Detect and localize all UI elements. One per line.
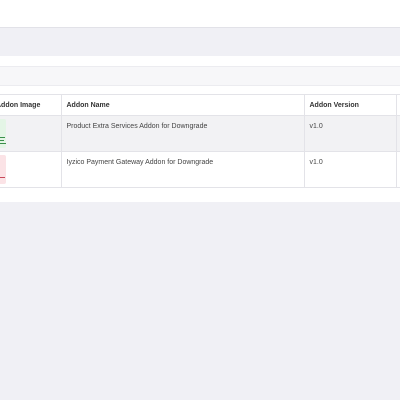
extra-cell [396, 115, 400, 152]
table-header-row: Addon Image Addon Name Addon Version [0, 94, 400, 116]
addon-version-cell: v1.0 [304, 151, 397, 188]
column-header-addon-version: Addon Version [304, 94, 397, 116]
addon-image-cell [0, 115, 62, 152]
addon-thumbnail [0, 155, 6, 184]
addon-name-cell: Product Extra Services Addon for Downgra… [61, 115, 305, 152]
addon-version-cell: v1.0 [304, 115, 397, 152]
card-header [0, 66, 400, 86]
addons-table: Addon Image Addon Name Addon Version Pro… [0, 94, 400, 188]
table-row: Iyzico Payment Gateway Addon for Downgra… [0, 151, 400, 188]
column-header-extra [396, 94, 400, 116]
addon-image-cell [0, 151, 62, 188]
table-row: Product Extra Services Addon for Downgra… [0, 115, 400, 152]
top-navbar [0, 0, 400, 28]
addon-thumbnail [0, 119, 6, 148]
addon-name-cell: Iyzico Payment Gateway Addon for Downgra… [61, 151, 305, 188]
column-header-addon-name: Addon Name [61, 94, 305, 116]
addons-card: Addon Image Addon Name Addon Version Pro… [0, 56, 400, 202]
column-header-addon-image: Addon Image [0, 94, 62, 116]
extra-cell [396, 151, 400, 188]
